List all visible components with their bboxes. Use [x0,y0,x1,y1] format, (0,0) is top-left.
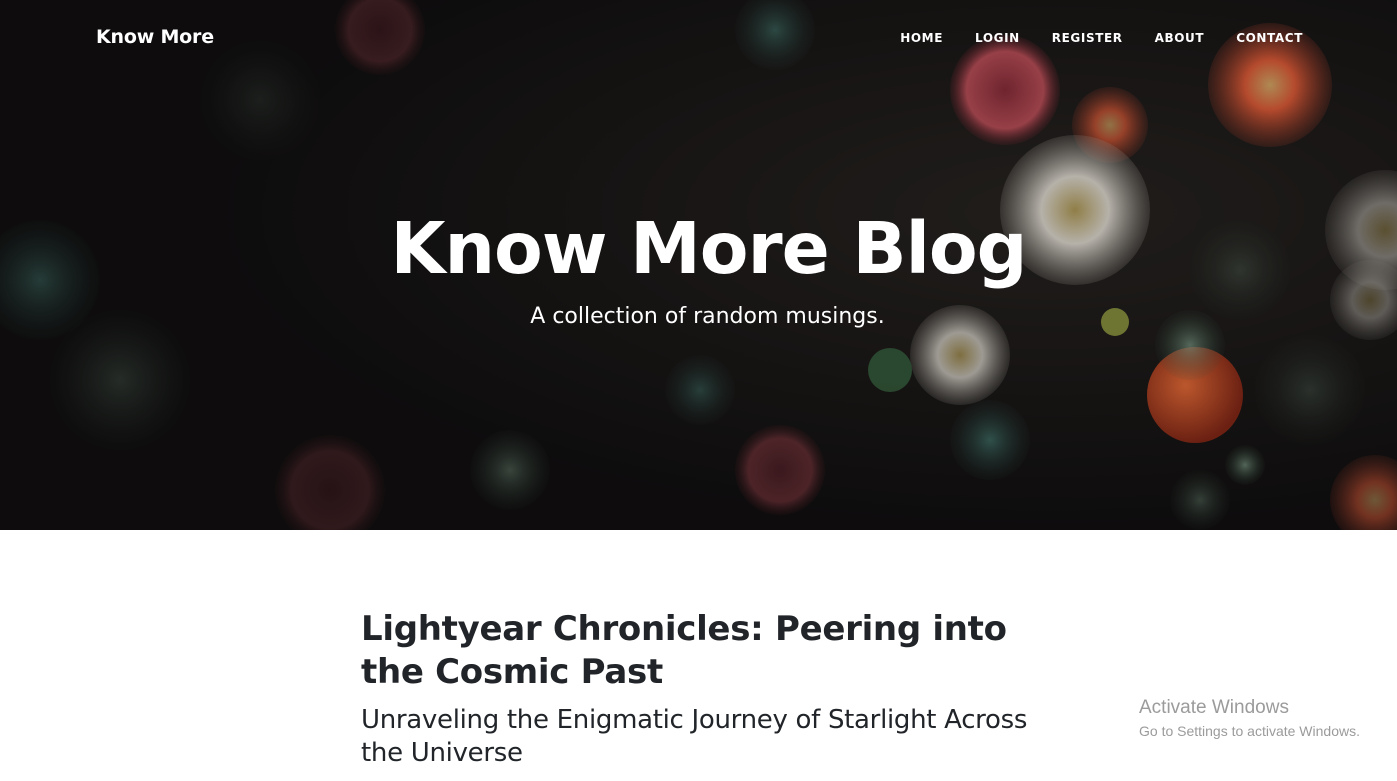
watermark-subtitle: Go to Settings to activate Windows. [1139,723,1360,739]
activate-windows-watermark: Activate Windows Go to Settings to activ… [1139,697,1360,741]
post-subtitle: Unraveling the Enigmatic Journey of Star… [361,705,1028,768]
nav-link-contact[interactable]: CONTACT [1236,31,1303,45]
post-list: Lightyear Chronicles: Peering into the C… [361,530,1041,770]
nav-link-home[interactable]: HOME [900,31,943,45]
brand-logo-link[interactable]: Know More [96,26,214,48]
hero-subtitle: A collection of random musings. [530,304,885,329]
navbar: Know More HOME LOGIN REGISTER ABOUT CONT… [0,0,1397,78]
nav-link-login[interactable]: LOGIN [975,31,1020,45]
nav-link-register[interactable]: REGISTER [1052,31,1123,45]
post-preview: Lightyear Chronicles: Peering into the C… [361,608,1041,770]
watermark-title: Activate Windows [1139,697,1289,718]
nav-link-about[interactable]: ABOUT [1155,31,1205,45]
post-title-link[interactable]: Lightyear Chronicles: Peering into the C… [361,608,1041,694]
nav-links: HOME LOGIN REGISTER ABOUT CONTACT [900,31,1303,45]
hero-header: Know More HOME LOGIN REGISTER ABOUT CONT… [0,0,1397,530]
hero-title: Know More Blog [390,207,1027,290]
